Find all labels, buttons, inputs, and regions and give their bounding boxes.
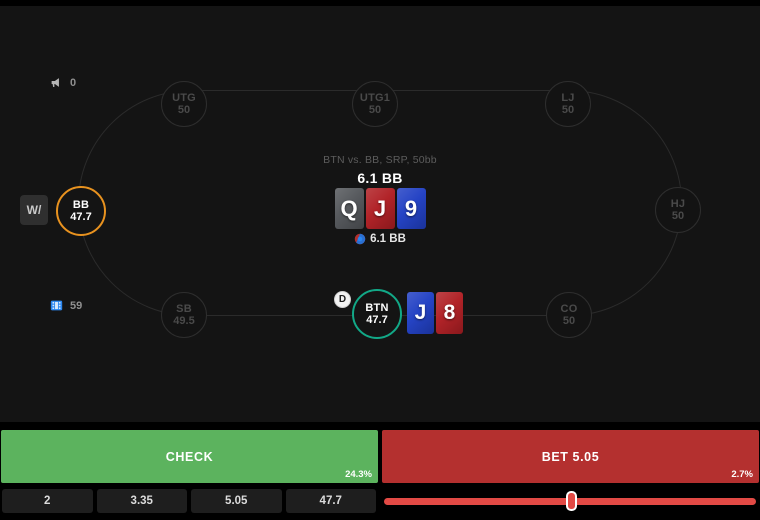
poker-table: 0 59 W/ UTG 50 UTG1 50 LJ 50 HJ 50 CO 50… xyxy=(0,6,760,422)
seat-sb-stack: 49.5 xyxy=(173,315,195,327)
seat-btn-stack: 47.7 xyxy=(366,314,388,326)
bet-size-preset-4[interactable]: 47.7 xyxy=(285,489,376,513)
video-icon xyxy=(50,299,63,312)
seat-utg[interactable]: UTG 50 xyxy=(161,81,207,127)
board-card-2-rank: J xyxy=(373,195,387,221)
bet-size-preset-2[interactable]: 3.35 xyxy=(96,489,187,513)
poker-trainer-app: 0 59 W/ UTG 50 UTG1 50 LJ 50 HJ 50 CO 50… xyxy=(0,0,760,520)
seat-co-name: CO xyxy=(560,303,578,315)
hole-card-1: J xyxy=(407,292,434,334)
pot-size-bottom-group: 6.1 BB xyxy=(0,233,760,245)
megaphone-icon xyxy=(50,76,63,89)
seat-lj-stack: 50 xyxy=(561,104,575,116)
seat-lj[interactable]: LJ 50 xyxy=(545,81,591,127)
seat-utg1-name: UTG1 xyxy=(359,92,391,104)
board-card-1-rank: Q xyxy=(340,195,358,221)
check-button-label: CHECK xyxy=(165,449,214,464)
poker-chip-icon xyxy=(354,233,366,245)
board-cards: Q J 9 xyxy=(0,188,760,229)
seat-utg1[interactable]: UTG1 50 xyxy=(352,81,398,127)
board-card-1: Q xyxy=(334,188,364,229)
seat-co[interactable]: CO 50 xyxy=(546,292,592,338)
bet-size-preset-3[interactable]: 5.05 xyxy=(191,489,282,513)
seat-lj-name: LJ xyxy=(561,92,575,104)
check-button[interactable]: CHECK 24.3% xyxy=(1,430,378,483)
seat-co-stack: 50 xyxy=(562,315,576,327)
board-card-3-rank: 9 xyxy=(404,195,418,221)
video-count: 59 xyxy=(70,299,83,312)
bet-button-label: BET 5.05 xyxy=(541,449,600,464)
bet-size-slider-thumb[interactable] xyxy=(566,491,578,511)
hero-hole-cards: J 8 xyxy=(407,292,463,334)
hole-card-2: 8 xyxy=(436,292,463,334)
hole-card-1-rank: J xyxy=(414,301,427,324)
seat-btn-name: BTN xyxy=(365,302,389,314)
seat-sb-name: SB xyxy=(176,303,192,315)
hand-scenario-label: BTN vs. BB, SRP, 50bb xyxy=(323,154,437,166)
check-button-frequency: 24.3% xyxy=(345,469,372,480)
megaphone-count: 0 xyxy=(70,76,77,89)
bet-size-slider[interactable] xyxy=(384,489,756,513)
seat-sb[interactable]: SB 49.5 xyxy=(161,292,207,338)
megaphone-counter[interactable]: 0 xyxy=(50,76,76,89)
action-button-bar: CHECK 24.3% BET 5.05 2.7% xyxy=(0,430,760,483)
bet-button[interactable]: BET 5.05 2.7% xyxy=(382,430,759,483)
dealer-button-icon: D xyxy=(334,291,351,308)
bet-size-preset-1[interactable]: 2 xyxy=(2,489,93,513)
bet-size-preset-group: 2 3.35 5.05 47.7 xyxy=(2,489,376,513)
video-counter[interactable]: 59 xyxy=(50,299,82,312)
pot-size-bottom: 6.1 BB xyxy=(370,233,406,245)
seat-btn[interactable]: BTN 47.7 xyxy=(352,289,402,339)
pot-size-top: 6.1 BB xyxy=(357,170,403,186)
board-card-3: 9 xyxy=(396,188,426,229)
hole-card-2-rank: 8 xyxy=(443,301,456,324)
bet-size-bar: 2 3.35 5.05 47.7 xyxy=(0,487,760,515)
seat-utg1-stack: 50 xyxy=(368,104,382,116)
seat-utg-stack: 50 xyxy=(177,104,191,116)
seat-utg-name: UTG xyxy=(172,92,196,104)
bet-button-frequency: 2.7% xyxy=(731,469,753,480)
board-card-2: J xyxy=(365,188,395,229)
